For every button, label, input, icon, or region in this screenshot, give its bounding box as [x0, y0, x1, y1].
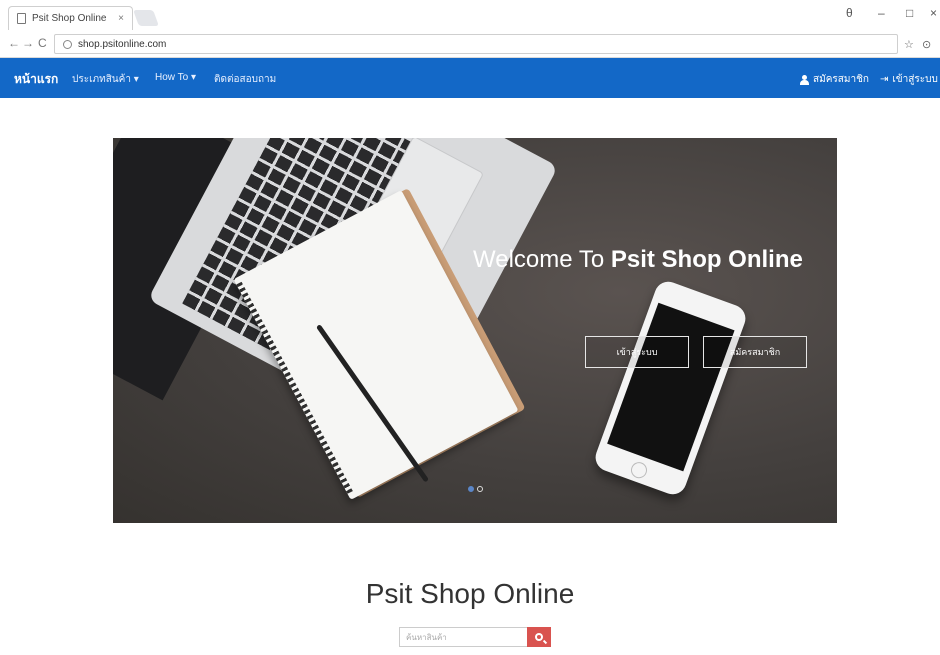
hero-carousel[interactable]: Welcome To Psit Shop Online เข้าสู่ระบบ …: [113, 138, 837, 523]
forward-button[interactable]: →: [22, 36, 34, 50]
tab-title: Psit Shop Online: [32, 13, 107, 24]
search-button[interactable]: [527, 627, 551, 647]
nav-login-link[interactable]: ⇥ เข้าสู่ระบบ: [880, 72, 938, 87]
phone-screen: [607, 302, 735, 472]
site-navbar: หน้าแรก ประเภทสินค้า ▾ How To ▾ ติดต่อสอ…: [0, 58, 940, 98]
phone-home-button: [628, 459, 650, 481]
notebook-spiral: [236, 281, 354, 495]
nav-register-label: สมัครสมาชิก: [813, 74, 869, 85]
address-bar: ← → C shop.psitonline.com ☆ ⊙: [0, 30, 940, 58]
close-window-button[interactable]: ×: [930, 6, 937, 20]
url-text: shop.psitonline.com: [78, 38, 167, 50]
hero-login-button[interactable]: เข้าสู่ระบบ: [585, 336, 689, 368]
nav-product-types[interactable]: ประเภทสินค้า ▾: [72, 72, 139, 87]
url-field[interactable]: shop.psitonline.com: [54, 34, 898, 54]
bookmark-star-icon[interactable]: ☆: [904, 38, 914, 51]
nav-how-to[interactable]: How To ▾: [155, 72, 196, 83]
search-input[interactable]: [399, 627, 527, 647]
back-button[interactable]: ←: [8, 36, 20, 50]
page-title: Psit Shop Online: [365, 578, 575, 609]
hero-welcome-heading: Welcome To Psit Shop Online: [473, 246, 803, 274]
browser-tabstrip: Psit Shop Online × θ – □ ×: [0, 0, 940, 30]
page-icon: [17, 13, 26, 24]
search-icon: [535, 633, 543, 641]
nav-contact[interactable]: ติดต่อสอบถาม: [214, 72, 276, 87]
carousel-dot-1[interactable]: [468, 486, 474, 492]
info-icon[interactable]: [63, 39, 72, 49]
search-bar: [399, 627, 551, 647]
nav-login-label: เข้าสู่ระบบ: [892, 74, 938, 85]
phone-illustration: [591, 277, 750, 499]
tab-close-icon[interactable]: ×: [118, 13, 124, 24]
nav-home-link[interactable]: หน้าแรก: [14, 70, 58, 89]
browser-tab[interactable]: Psit Shop Online ×: [8, 6, 133, 30]
welcome-brand: Psit Shop Online: [610, 246, 803, 273]
login-icon: ⇥: [880, 74, 889, 85]
user-icon: [800, 74, 809, 85]
new-tab-button[interactable]: [133, 10, 159, 26]
welcome-prefix: Welcome To: [473, 246, 611, 273]
restore-button[interactable]: □: [906, 6, 913, 20]
reload-button[interactable]: C: [38, 36, 47, 50]
hero-register-button[interactable]: สมัครสมาชิก: [703, 336, 807, 368]
carousel-dot-2[interactable]: [477, 486, 483, 492]
browser-menu-icon[interactable]: ⊙: [922, 38, 931, 51]
nav-register-link[interactable]: สมัครสมาชิก: [800, 72, 869, 87]
profile-icon[interactable]: θ: [846, 6, 853, 20]
minimize-button[interactable]: –: [878, 6, 885, 20]
carousel-indicators: [468, 486, 483, 492]
